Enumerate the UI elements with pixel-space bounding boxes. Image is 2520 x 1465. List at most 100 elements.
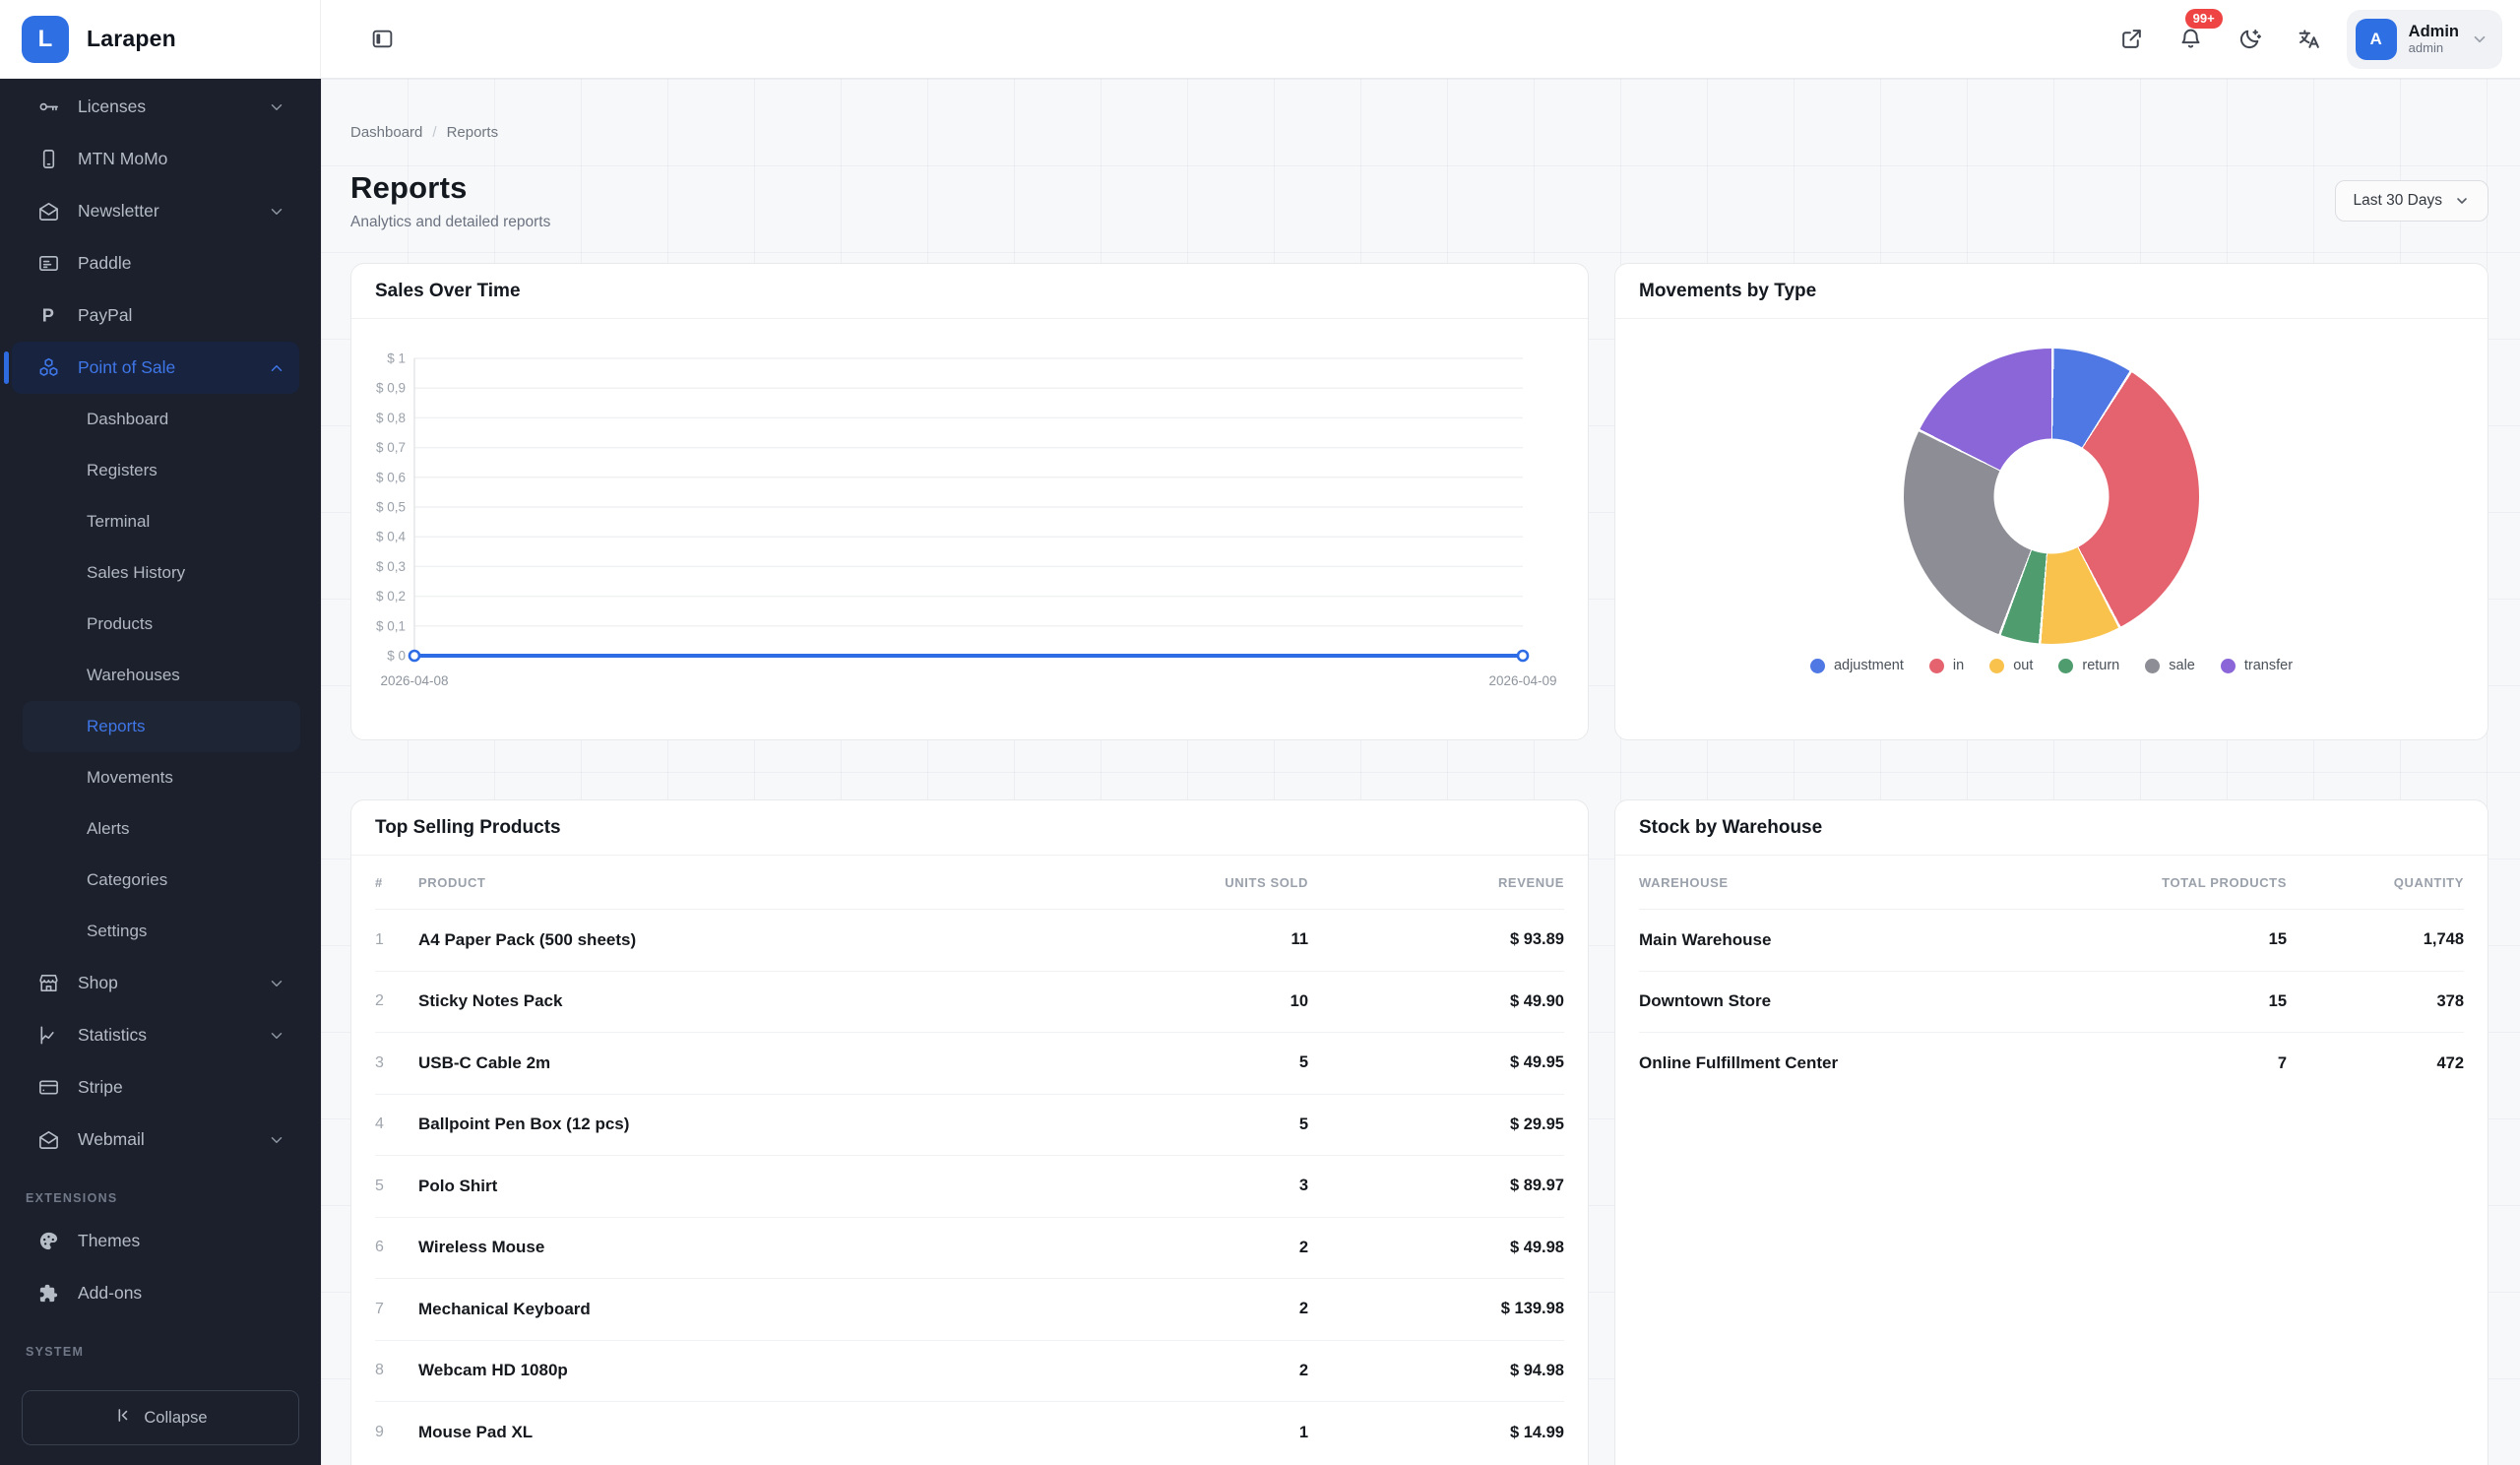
sidebar-item-webmail[interactable]: Webmail xyxy=(12,1114,299,1166)
table-cell: Mouse Pad XL xyxy=(418,1423,1092,1442)
page-content: Dashboard / Reports Reports Analytics an… xyxy=(321,79,2520,1465)
sidebar-subitem-alerts[interactable]: Alerts xyxy=(23,803,300,855)
table-cell: 9 xyxy=(375,1424,418,1441)
table-cell: 11 xyxy=(1092,930,1308,949)
sidebar-subitem-categories[interactable]: Categories xyxy=(23,855,300,906)
external-link-icon[interactable] xyxy=(2110,18,2154,61)
column-header: TOTAL PRODUCTS xyxy=(1991,875,2287,890)
sidebar-item-point-of-sale[interactable]: Point of Sale xyxy=(12,342,299,394)
table-cell: Sticky Notes Pack xyxy=(418,991,1092,1011)
table-cell: Main Warehouse xyxy=(1639,930,1991,950)
legend-item-transfer[interactable]: transfer xyxy=(2221,658,2293,673)
legend-item-sale[interactable]: sale xyxy=(2145,658,2195,673)
table-cell: 7 xyxy=(375,1301,418,1318)
chart-line-icon xyxy=(37,1024,60,1047)
sidebar-subitem-reports[interactable]: Reports xyxy=(23,701,300,752)
table-cell: 6 xyxy=(375,1239,418,1256)
table-row: 1A4 Paper Pack (500 sheets)11$ 93.89 xyxy=(375,910,1564,972)
table-row: 8Webcam HD 1080p2$ 94.98 xyxy=(375,1341,1564,1403)
table-cell: A4 Paper Pack (500 sheets) xyxy=(418,930,1092,950)
collapse-icon xyxy=(113,1406,132,1430)
sidebar-item-paypal[interactable]: PPayPal xyxy=(12,289,299,342)
table-cell: Online Fulfillment Center xyxy=(1639,1053,1991,1073)
sidebar-item-shop[interactable]: Shop xyxy=(12,957,299,1009)
breadcrumb-dashboard[interactable]: Dashboard xyxy=(350,124,422,141)
sidebar-section-extensions: EXTENSIONS xyxy=(0,1166,321,1215)
table-cell: 8 xyxy=(375,1362,418,1379)
sidebar-item-themes[interactable]: Themes xyxy=(12,1215,299,1267)
table-row: 4Ballpoint Pen Box (12 pcs)5$ 29.95 xyxy=(375,1095,1564,1157)
sidebar-item-licenses[interactable]: Licenses xyxy=(12,81,299,133)
sales-line-chart: $ 1$ 0,9$ 0,8$ 0,7$ 0,6$ 0,5$ 0,4$ 0,3$ … xyxy=(351,319,1588,740)
date-range-label: Last 30 Days xyxy=(2354,192,2442,210)
sidebar-subitem-products[interactable]: Products xyxy=(23,599,300,650)
movements-card-title: Movements by Type xyxy=(1639,281,1816,302)
table-cell: $ 14.99 xyxy=(1308,1424,1564,1442)
brand-name: Larapen xyxy=(87,26,176,52)
table-row: 2Sticky Notes Pack10$ 49.90 xyxy=(375,972,1564,1034)
table-cell: $ 89.97 xyxy=(1308,1177,1564,1195)
sidebar-toggle-button[interactable] xyxy=(360,18,404,61)
sidebar-subitem-dashboard[interactable]: Dashboard xyxy=(23,394,300,445)
chevron-down-icon xyxy=(268,203,285,221)
table-cell: 1 xyxy=(375,931,418,949)
key-icon xyxy=(37,96,60,118)
legend-dot xyxy=(2058,659,2073,673)
legend-item-in[interactable]: in xyxy=(1929,658,1964,673)
sidebar-item-statistics[interactable]: Statistics xyxy=(12,1009,299,1061)
sidebar: L Larapen LicensesMTN MoMoNewsletterPadd… xyxy=(0,0,321,1465)
sidebar-subitem-settings[interactable]: Settings xyxy=(23,906,300,957)
stock-table: WAREHOUSETOTAL PRODUCTSQUANTITYMain Ware… xyxy=(1615,856,2488,1095)
table-cell: 2 xyxy=(1092,1362,1308,1380)
collapse-sidebar-button[interactable]: Collapse xyxy=(22,1390,299,1445)
sidebar-subitem-warehouses[interactable]: Warehouses xyxy=(23,650,300,701)
sidebar-subitem-sales-history[interactable]: Sales History xyxy=(23,547,300,599)
sidebar-item-add-ons[interactable]: Add-ons xyxy=(12,1267,299,1319)
sidebar-item-paddle[interactable]: Paddle xyxy=(12,237,299,289)
user-menu[interactable]: A Admin admin xyxy=(2347,10,2502,69)
app-shell: L Larapen LicensesMTN MoMoNewsletterPadd… xyxy=(0,0,2520,1465)
legend-label: in xyxy=(1953,658,1964,673)
svg-text:$ 0,5: $ 0,5 xyxy=(376,500,406,515)
smartphone-icon xyxy=(37,148,60,170)
page-subtitle: Analytics and detailed reports xyxy=(350,214,550,231)
donut-legend: adjustment in out return sale transfer xyxy=(1615,658,2488,673)
dark-mode-moon-icon[interactable] xyxy=(2229,18,2272,61)
table-cell: $ 29.95 xyxy=(1308,1115,1564,1134)
legend-item-out[interactable]: out xyxy=(1989,658,2033,673)
table-cell: 2 xyxy=(1092,1239,1308,1257)
sidebar-item-label: Themes xyxy=(78,1231,285,1251)
legend-dot xyxy=(1989,659,2004,673)
table-cell: $ 139.98 xyxy=(1308,1300,1564,1318)
sales-over-time-card: Sales Over Time $ 1$ 0,9$ 0,8$ 0,7$ 0,6$… xyxy=(350,263,1589,740)
svg-text:$ 0,4: $ 0,4 xyxy=(376,530,407,544)
table-cell: 1,748 xyxy=(2287,930,2464,949)
sidebar-subitem-movements[interactable]: Movements xyxy=(23,752,300,803)
table-row: 6Wireless Mouse2$ 49.98 xyxy=(375,1218,1564,1280)
sidebar-subitem-registers[interactable]: Registers xyxy=(23,445,300,496)
svg-text:$ 0,1: $ 0,1 xyxy=(376,618,406,633)
sidebar-item-label: Add-ons xyxy=(78,1283,285,1304)
sidebar-item-newsletter[interactable]: Newsletter xyxy=(12,185,299,237)
receipt-icon xyxy=(37,252,60,275)
topbar-actions: 99+ A Admin admin xyxy=(2110,10,2502,69)
page-title: Reports xyxy=(350,170,550,206)
sidebar-item-mtn-momo[interactable]: MTN MoMo xyxy=(12,133,299,185)
svg-text:$ 0,7: $ 0,7 xyxy=(376,440,406,455)
user-role: admin xyxy=(2409,41,2459,56)
sidebar-subitem-terminal[interactable]: Terminal xyxy=(23,496,300,547)
table-cell: $ 49.90 xyxy=(1308,992,1564,1011)
sidebar-item-label: Stripe xyxy=(78,1077,285,1098)
legend-item-adjustment[interactable]: adjustment xyxy=(1810,658,1904,673)
sidebar-item-stripe[interactable]: Stripe xyxy=(12,1061,299,1114)
legend-label: return xyxy=(2082,658,2119,673)
notifications-bell-icon[interactable]: 99+ xyxy=(2170,18,2213,61)
column-header: PRODUCT xyxy=(418,875,1092,890)
legend-item-return[interactable]: return xyxy=(2058,658,2119,673)
language-translate-icon[interactable] xyxy=(2288,18,2331,61)
date-range-dropdown[interactable]: Last 30 Days xyxy=(2335,180,2488,222)
top-products-card-title: Top Selling Products xyxy=(375,817,561,839)
legend-dot xyxy=(1810,659,1825,673)
stock-card-title: Stock by Warehouse xyxy=(1639,817,1822,839)
table-cell: 3 xyxy=(375,1054,418,1072)
